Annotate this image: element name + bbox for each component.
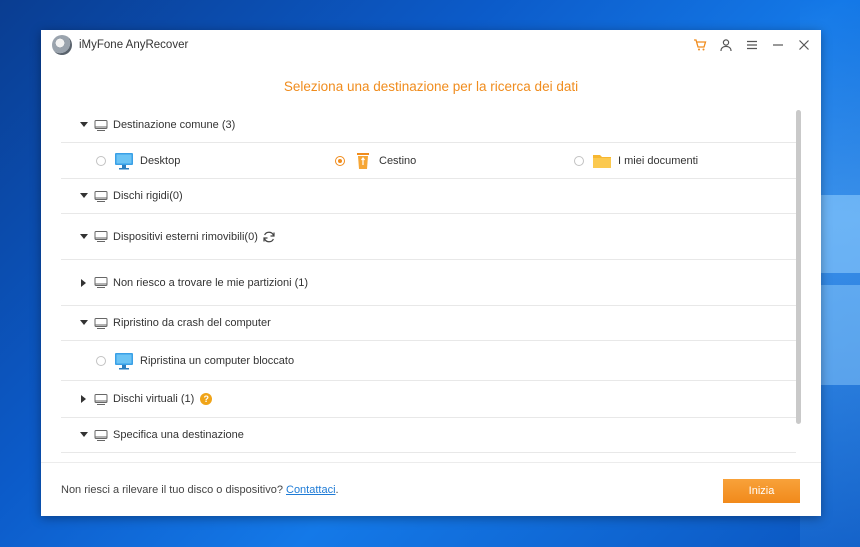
section-label: Destinazione comune (3) — [113, 119, 236, 131]
refresh-icon[interactable] — [262, 230, 276, 244]
footer-message: Non riesci a rilevare il tuo disco o dis… — [61, 483, 286, 496]
option-label: Ripristina un computer bloccato — [140, 354, 295, 367]
footer: Non riesci a rilevare il tuo disco o dis… — [41, 462, 821, 516]
page-heading: Seleziona una destinazione per la ricerc… — [283, 79, 579, 94]
folder-icon — [593, 154, 611, 168]
destination-list: Destinazione comune (3) Desktop Cestino … — [61, 108, 801, 462]
minimize-icon[interactable] — [771, 38, 785, 52]
monitor-icon — [115, 152, 133, 169]
scrollbar[interactable] — [796, 110, 801, 424]
drive-icon — [94, 317, 108, 329]
start-button[interactable]: Inizia — [723, 479, 800, 503]
drive-icon — [94, 429, 108, 441]
footer-suffix: . — [335, 483, 339, 496]
app-window: iMyFone AnyRecover Seleziona una destina… — [41, 30, 821, 516]
option-desktop[interactable]: Desktop — [96, 152, 180, 170]
drive-icon — [94, 393, 108, 405]
title-bar[interactable]: iMyFone AnyRecover — [41, 30, 821, 60]
crash-options-row: Ripristina un computer bloccato — [61, 341, 796, 381]
chevron-right-icon[interactable] — [79, 395, 89, 403]
section-label: Dischi virtuali (1) — [113, 393, 195, 405]
section-hard-disks[interactable]: Dischi rigidi(0) — [61, 179, 796, 214]
section-virtual-disks[interactable]: Dischi virtuali (1) ? — [61, 381, 796, 418]
title-actions — [693, 38, 821, 52]
chevron-right-icon[interactable] — [79, 278, 89, 287]
help-icon[interactable]: ? — [200, 393, 213, 405]
footer-text: Non riesci a rilevare il tuo disco o dis… — [61, 484, 339, 496]
radio-my-documents[interactable] — [574, 155, 584, 166]
close-icon[interactable] — [797, 38, 811, 52]
chevron-down-icon[interactable] — [79, 233, 89, 240]
common-options-row: Desktop Cestino I miei documenti — [61, 143, 796, 179]
section-specify-destination[interactable]: Specifica una destinazione — [61, 418, 796, 453]
option-restore-crashed[interactable]: Ripristina un computer bloccato — [96, 352, 294, 370]
chevron-down-icon[interactable] — [79, 432, 89, 438]
section-crash-recovery[interactable]: Ripristino da crash del computer — [61, 306, 796, 341]
monitor-icon — [115, 352, 133, 369]
menu-icon[interactable] — [745, 38, 759, 52]
radio-desktop[interactable] — [96, 155, 106, 166]
section-common-destination[interactable]: Destinazione comune (3) — [61, 108, 796, 143]
section-external-devices[interactable]: Dispositivi esterni rimovibili(0) — [61, 214, 796, 260]
option-recycle-bin[interactable]: Cestino — [335, 152, 416, 170]
section-missing-partitions[interactable]: Non riesco a trovare le mie partizioni (… — [61, 260, 796, 306]
user-icon[interactable] — [719, 38, 733, 52]
contact-link[interactable]: Contattaci — [286, 484, 336, 496]
drive-icon — [94, 277, 108, 288]
option-label: Desktop — [140, 154, 181, 167]
radio-restore-crashed[interactable] — [96, 355, 106, 366]
chevron-down-icon[interactable] — [79, 320, 89, 326]
section-label: Specifica una destinazione — [113, 429, 244, 441]
trash-icon — [357, 152, 369, 169]
drive-icon — [94, 190, 108, 202]
cart-icon[interactable] — [693, 38, 707, 52]
desktop-window-pane — [820, 195, 860, 273]
option-label: Cestino — [379, 154, 417, 167]
section-label: Ripristino da crash del computer — [113, 317, 271, 329]
option-label: I miei documenti — [618, 154, 699, 167]
section-label: Dischi rigidi(0) — [113, 190, 183, 202]
chevron-down-icon[interactable] — [79, 122, 89, 128]
option-my-documents[interactable]: I miei documenti — [574, 152, 698, 170]
section-label: Dispositivi esterni rimovibili(0) — [113, 230, 258, 243]
app-title: iMyFone AnyRecover — [79, 39, 189, 51]
section-label: Non riesco a trovare le mie partizioni (… — [113, 276, 309, 289]
radio-recycle-bin[interactable] — [335, 155, 345, 166]
app-logo-icon — [52, 35, 72, 55]
drive-icon — [94, 231, 108, 242]
drive-icon — [94, 119, 108, 131]
chevron-down-icon[interactable] — [79, 193, 89, 199]
desktop-window-pane — [820, 285, 860, 385]
